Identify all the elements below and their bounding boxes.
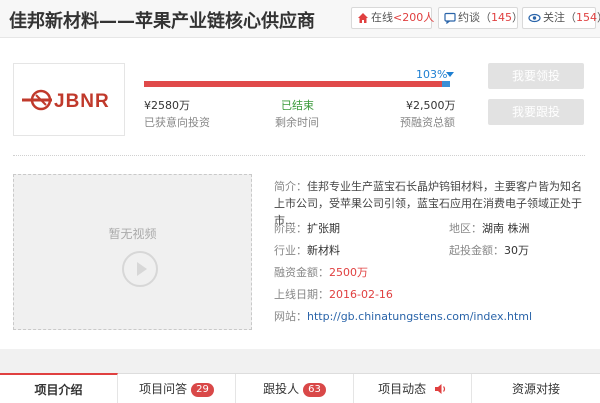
page-title: 佳邦新材料——苹果产业链核心供应商 — [9, 11, 315, 32]
tab-bar: 项目介绍 项目问答 29 跟投人 63 项目动态 资源对接 — [0, 373, 600, 403]
website-label: 网站： — [274, 310, 307, 323]
date-row: 上线日期：2016-02-16 — [274, 286, 393, 302]
min-invest-row: 起投金额：30万 — [449, 242, 529, 258]
status-label: 剩余时间 — [275, 116, 319, 129]
company-logo: JBNR — [13, 63, 125, 136]
follow-invest-button[interactable]: 我要跟投 — [488, 99, 584, 125]
section-divider — [13, 155, 585, 156]
industry-label: 行业： — [274, 244, 307, 257]
tab-followers[interactable]: 跟投人 63 — [236, 374, 354, 403]
caret-down-icon — [446, 72, 454, 77]
funding-percent: 103% — [416, 68, 448, 81]
amount-row: 融资金额：2500万 — [274, 264, 368, 280]
amount-label: 融资金额： — [274, 266, 329, 279]
tab-project-news[interactable]: 项目动态 — [354, 374, 472, 403]
online-users-button[interactable]: 在线<200人 — [351, 7, 435, 31]
home-icon — [357, 11, 369, 31]
amount-value: 2500万 — [329, 266, 368, 279]
status-value: 已结束 — [281, 99, 314, 112]
min-invest-label: 起投金额： — [449, 244, 504, 257]
stage-label: 阶段： — [274, 222, 307, 235]
stage-row: 阶段：扩张期 — [274, 220, 340, 236]
tab-resource-matching[interactable]: 资源对接 — [472, 374, 600, 403]
invested-value: ¥2580万 — [144, 99, 190, 112]
date-value: 2016-02-16 — [329, 288, 393, 301]
funding-progress-over — [442, 81, 450, 87]
tab-project-intro[interactable]: 项目介绍 — [0, 373, 118, 403]
svg-text:JBNR: JBNR — [54, 91, 110, 112]
intro-label: 简介： — [274, 180, 307, 193]
video-placeholder-text: 暂无视频 — [108, 227, 157, 241]
talk-label: 约谈 — [458, 11, 480, 24]
date-label: 上线日期： — [274, 288, 329, 301]
region-label: 地区： — [449, 222, 482, 235]
followers-count-badge: 63 — [303, 383, 326, 397]
tab-label: 项目问答 — [139, 382, 188, 396]
page-header: 佳邦新材料——苹果产业链核心供应商 在线<200人 约谈（145） 关注（154… — [0, 0, 600, 38]
follow-count: 154 — [576, 11, 597, 24]
jbnr-logo-icon: JBNR — [22, 89, 110, 112]
target-value: ¥2,500万 — [406, 99, 456, 112]
stage-value: 扩张期 — [307, 222, 340, 235]
region-value: 湖南 株洲 — [482, 222, 530, 235]
section-separator — [0, 349, 600, 373]
funding-progress-fill — [144, 81, 450, 87]
chat-bubble-icon — [444, 11, 456, 31]
website-link[interactable]: http://gb.chinatungstens.com/index.html — [307, 310, 532, 323]
industry-value: 新材料 — [307, 244, 340, 257]
funding-progress-bar — [144, 81, 450, 87]
follow-label: 关注 — [543, 11, 565, 24]
online-value: <200人 — [393, 11, 435, 24]
target-label: 预融资总额 — [400, 116, 455, 129]
eye-icon — [528, 11, 541, 31]
industry-row: 行业：新材料 — [274, 242, 340, 258]
tab-label: 资源对接 — [511, 382, 560, 396]
qa-count-badge: 29 — [191, 383, 214, 397]
min-invest-value: 30万 — [504, 244, 529, 257]
tab-label: 项目动态 — [378, 382, 427, 396]
video-placeholder[interactable]: 暂无视频 — [13, 174, 252, 330]
follow-button[interactable]: 关注（154） — [522, 7, 600, 31]
region-row: 地区：湖南 株洲 — [449, 220, 530, 236]
talk-count: 145 — [491, 11, 512, 24]
talk-button[interactable]: 约谈（145） — [438, 7, 523, 31]
tab-project-qa[interactable]: 项目问答 29 — [118, 374, 236, 403]
speaker-icon — [434, 376, 447, 403]
online-label: 在线 — [371, 11, 393, 24]
tab-label: 跟投人 — [263, 382, 300, 396]
website-row: 网站：http://gb.chinatungstens.com/index.ht… — [274, 308, 532, 324]
tab-label: 项目介绍 — [34, 383, 83, 397]
invested-label: 已获意向投资 — [144, 116, 210, 129]
lead-invest-button[interactable]: 我要领投 — [488, 63, 584, 89]
play-icon — [122, 251, 158, 287]
